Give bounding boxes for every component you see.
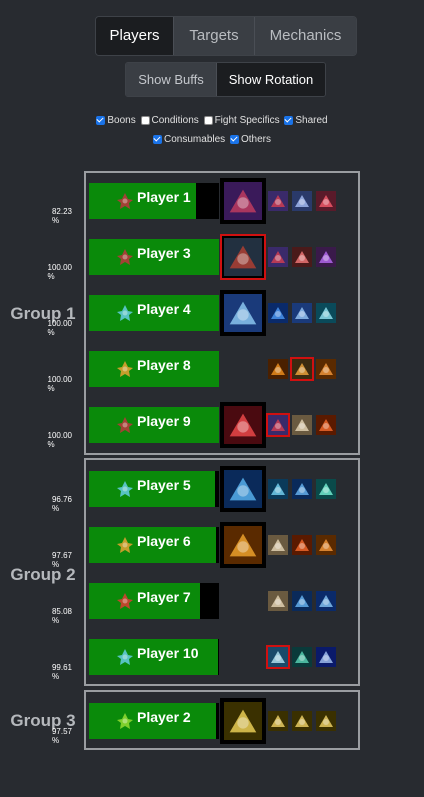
filter-boons[interactable]: Boons xyxy=(96,115,136,126)
ice-shard-skill-icon[interactable] xyxy=(266,645,290,669)
filter-label: Boons xyxy=(107,115,136,126)
player-name: Player 1 xyxy=(137,189,191,205)
tempest-icon xyxy=(115,647,135,667)
player-percent: 100.00 % xyxy=(47,431,72,449)
group-1-label: Group 1 xyxy=(10,304,76,323)
filter-label: Consumables xyxy=(164,134,226,145)
tab-players[interactable]: Players xyxy=(96,17,173,55)
orange-burst-skill-icon[interactable] xyxy=(316,535,336,555)
filter-label: Shared xyxy=(295,115,328,126)
red-slash-skill-icon[interactable] xyxy=(316,191,336,211)
flame-sword-skill-icon[interactable] xyxy=(290,357,314,381)
filter-consumables[interactable]: Consumables xyxy=(153,134,225,145)
filter-fight-specifics[interactable]: Fight Specifics xyxy=(203,115,280,126)
blue-mage-skill-icon[interactable] xyxy=(220,290,266,336)
orange-burst-skill-icon[interactable] xyxy=(316,359,336,379)
renegade-icon xyxy=(115,591,135,611)
weaver-icon xyxy=(115,479,135,499)
fire-strike-skill-icon[interactable] xyxy=(220,522,266,568)
blue-vortex-skill-icon[interactable] xyxy=(268,303,288,323)
cycle-skill-icon[interactable] xyxy=(268,591,288,611)
cross-target-skill-icon[interactable] xyxy=(292,247,312,267)
filter-label: Conditions xyxy=(151,115,199,126)
show-rotation-button[interactable]: Show Rotation xyxy=(217,63,325,96)
consumables-checkbox[interactable] xyxy=(153,135,163,144)
red-blue-skill-icon[interactable] xyxy=(268,247,288,267)
orange-orb-skill-icon[interactable] xyxy=(292,535,312,555)
fight-specifics-checkbox[interactable] xyxy=(203,116,213,125)
blue-streak-skill-icon[interactable] xyxy=(292,479,312,499)
tempest-icon xyxy=(115,303,135,323)
group-3-label: Group 3 xyxy=(10,711,76,730)
player-percent: 100.00 % xyxy=(47,375,72,393)
filter-label: Others xyxy=(240,134,271,145)
gold-feather-skill-icon[interactable] xyxy=(268,711,288,731)
player-name: Player 9 xyxy=(137,413,191,429)
teal-leaf-skill-icon[interactable] xyxy=(316,479,336,499)
player-name: Player 2 xyxy=(137,709,191,725)
player-name: Player 4 xyxy=(137,301,191,317)
tab-mechanics[interactable]: Mechanics xyxy=(254,17,356,55)
firebrand-icon xyxy=(115,359,135,379)
filter-others[interactable]: Others xyxy=(229,134,271,145)
filter-row-1: Boons Conditions Fight Specifics Shared xyxy=(0,115,424,128)
show-buffs-button[interactable]: Show Buffs xyxy=(126,63,217,96)
dark-arrow-skill-icon[interactable] xyxy=(220,234,266,280)
boons-checkbox[interactable] xyxy=(96,116,106,125)
player-percent: 97.67 % xyxy=(51,551,72,569)
shared-checkbox[interactable] xyxy=(284,116,294,125)
purple-demon-skill-icon[interactable] xyxy=(220,178,266,224)
purple-glyph-skill-icon[interactable] xyxy=(316,247,336,267)
reaper-icon xyxy=(115,247,135,267)
blue-wind-skill-icon[interactable] xyxy=(292,303,312,323)
blue-shard-skill-icon[interactable] xyxy=(268,479,288,499)
blue-pillar-skill-icon[interactable] xyxy=(316,647,336,667)
filter-shared[interactable]: Shared xyxy=(284,115,328,126)
tab-targets[interactable]: Targets xyxy=(173,17,254,55)
player-name: Player 5 xyxy=(137,477,191,493)
blue-wave-skill-icon[interactable] xyxy=(316,591,336,611)
player-name: Player 3 xyxy=(137,245,191,261)
reaper-icon xyxy=(115,191,135,211)
teal-figure-skill-icon[interactable] xyxy=(292,647,312,667)
player-name: Player 8 xyxy=(137,357,191,373)
blue-dagger-skill-icon[interactable] xyxy=(292,191,312,211)
gold-feather-skill-icon[interactable] xyxy=(316,711,336,731)
golden-feather-skill-icon[interactable] xyxy=(220,698,266,744)
view-toggles: Show Buffs Show Rotation xyxy=(125,62,326,97)
player-percent: 100.00 % xyxy=(47,263,72,281)
group-2-label: Group 2 xyxy=(10,565,76,584)
blue-streak-skill-icon[interactable] xyxy=(292,591,312,611)
conditions-checkbox[interactable] xyxy=(140,116,150,125)
firebrand-icon xyxy=(115,535,135,555)
red-blue-skill-icon[interactable] xyxy=(268,191,288,211)
cycle-skill-icon[interactable] xyxy=(268,535,288,555)
orange-orb-skill-icon[interactable] xyxy=(316,415,336,435)
red-blue-skill-icon[interactable] xyxy=(266,413,290,437)
filter-row-2: Consumables Others xyxy=(0,134,424,147)
player-percent: 85.08 % xyxy=(51,607,72,625)
player-name: Player 6 xyxy=(137,533,191,549)
player-percent: 99.61 % xyxy=(51,663,72,681)
gold-feather-skill-icon[interactable] xyxy=(292,711,312,731)
main-tabs: Players Targets Mechanics xyxy=(95,16,357,56)
red-pillar-skill-icon[interactable] xyxy=(220,402,266,448)
orange-spark-skill-icon[interactable] xyxy=(268,359,288,379)
player-percent: 97.57 % xyxy=(51,727,72,745)
player-percent: 82.23 % xyxy=(51,207,72,225)
player-name: Player 7 xyxy=(137,589,191,605)
blue-slash-skill-icon[interactable] xyxy=(220,466,266,512)
reaper-icon xyxy=(115,415,135,435)
player-percent: 96.76 % xyxy=(51,495,72,513)
druid-icon xyxy=(115,711,135,731)
player-percent: 100.00 % xyxy=(47,319,72,337)
player-name: Player 10 xyxy=(137,645,199,661)
filter-conditions[interactable]: Conditions xyxy=(140,115,199,126)
cycle-skill-icon[interactable] xyxy=(292,415,312,435)
cyan-sword-skill-icon[interactable] xyxy=(316,303,336,323)
others-checkbox[interactable] xyxy=(229,135,239,144)
filter-label: Fight Specifics xyxy=(214,115,280,126)
